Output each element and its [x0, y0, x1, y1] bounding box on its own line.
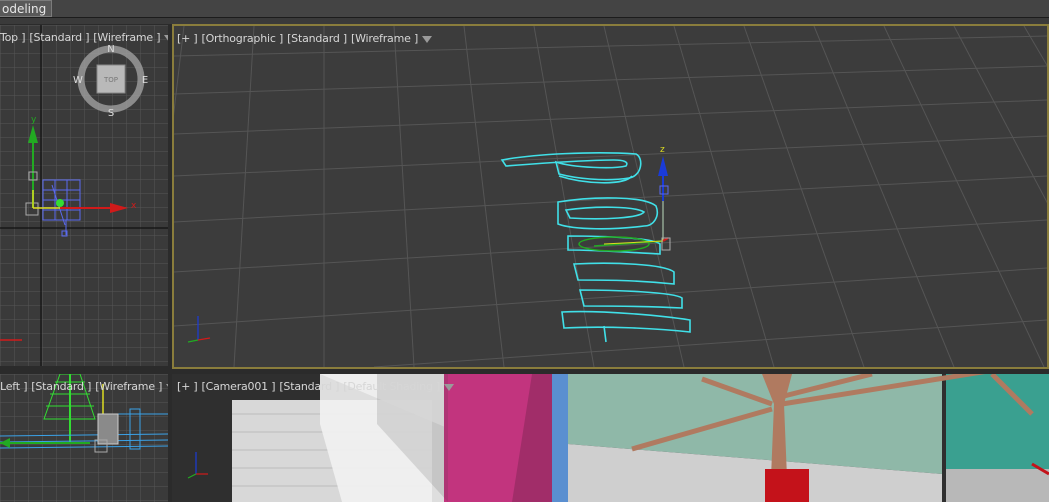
label-view[interactable]: [Camera001 ] [202, 380, 276, 393]
gizmo-x-label: x [131, 201, 137, 211]
label-shading-preset[interactable]: [Standard ] [287, 32, 347, 45]
label-general-menu[interactable]: [+ ] [177, 380, 198, 393]
label-display-mode[interactable]: [Wireframe ] [93, 31, 160, 44]
left-viewport-canvas [0, 374, 168, 502]
viewport-orthographic[interactable]: z [+ ] [Orthographic ] [Standard ] [Wirefra… [172, 24, 1049, 369]
compass-east: E [142, 75, 148, 86]
viewcube-top-face: TOP [103, 76, 118, 84]
orthographic-viewport-canvas: z [174, 26, 1047, 367]
filter-icon[interactable] [444, 383, 455, 391]
viewport-camera-label[interactable]: [+ ] [Camera001 ] [Standard ] [Default Shad… [177, 380, 455, 393]
gizmo-y-label: y [31, 115, 37, 125]
viewport-top-label[interactable]: Top ] [Standard ] [Wireframe ] [0, 31, 168, 44]
axis-tripod-icon [187, 316, 211, 343]
label-view[interactable]: [Orthographic ] [202, 32, 284, 45]
viewport-left[interactable]: Left ] [Standard ] [Wireframe ] [0, 374, 168, 502]
ribbon-tab-modeling[interactable]: odeling [0, 0, 53, 17]
viewport-left-label[interactable]: Left ] [Standard ] [Wireframe ] [0, 380, 168, 393]
label-shading-preset[interactable]: [Standard ] [279, 380, 339, 393]
ribbon-bar: odeling [0, 0, 1049, 18]
viewport-top[interactable]: TOP N S E W y x Top] [Standard] [Wiref… [0, 25, 168, 366]
gizmo-z-label: z [660, 145, 665, 155]
compass-south: S [108, 108, 114, 119]
label-shading-preset[interactable]: [Standard ] [31, 380, 91, 393]
top-viewport-canvas: TOP N S E W y x [0, 25, 168, 366]
viewport-orthographic-label[interactable]: [+ ] [Orthographic ] [Standard ] [Wireframe… [177, 32, 433, 45]
label-display-mode[interactable]: [Wireframe ] [95, 380, 162, 393]
viewport-camera[interactable]: [+ ] [Camera001 ] [Standard ] [Default Shad… [172, 374, 1049, 502]
compass-north: N [107, 44, 114, 55]
label-view[interactable]: Left ] [0, 380, 27, 393]
label-view[interactable]: Top ] [0, 31, 26, 44]
compass-west: W [73, 75, 83, 86]
label-general-menu[interactable]: [+ ] [177, 32, 198, 45]
filter-icon[interactable] [166, 383, 168, 391]
label-shading-preset[interactable]: [Standard ] [29, 31, 89, 44]
label-display-mode[interactable]: [Default Shading ] [343, 380, 440, 393]
label-display-mode[interactable]: [Wireframe ] [351, 32, 418, 45]
filter-icon[interactable] [422, 35, 433, 43]
filter-icon[interactable] [164, 34, 168, 42]
camera-viewport-render [172, 374, 1049, 502]
